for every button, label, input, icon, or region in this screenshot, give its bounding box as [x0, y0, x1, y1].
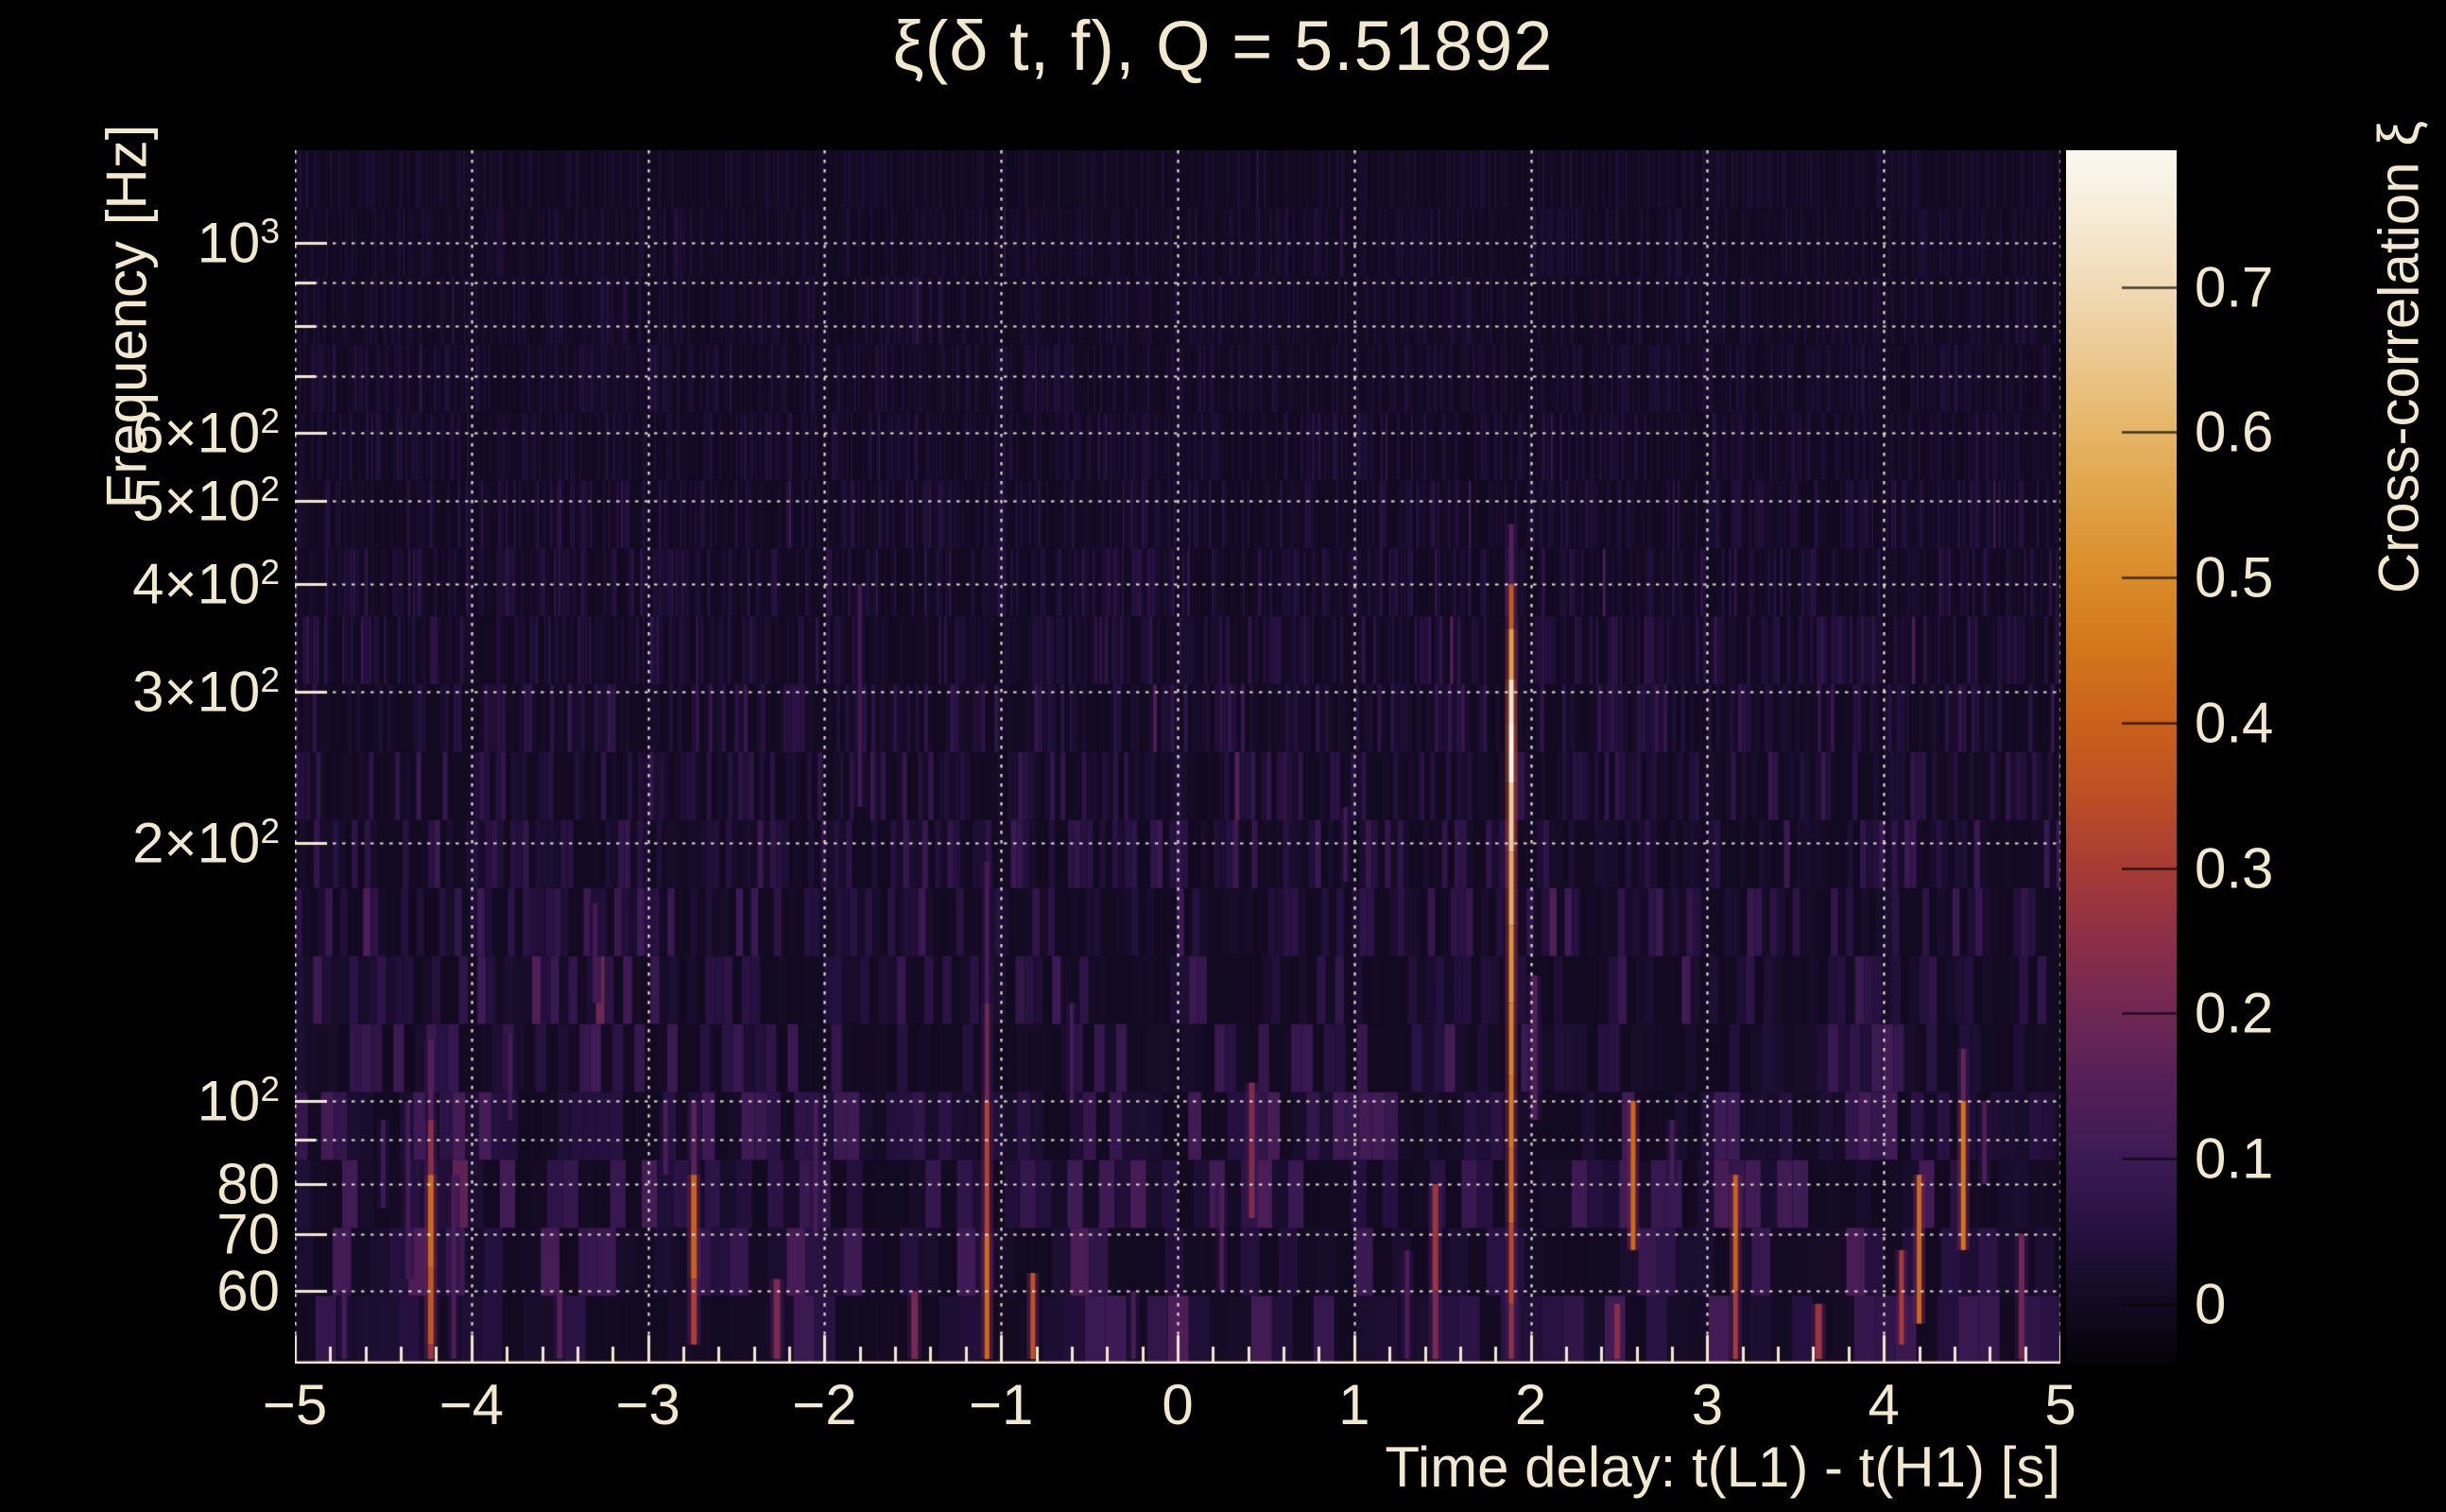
- x-tick-label: −4: [439, 1373, 505, 1436]
- x-tick-label: −2: [792, 1373, 857, 1436]
- y-axis-title: Frequency [Hz]: [95, 124, 159, 509]
- x-tick-label: −1: [968, 1373, 1034, 1436]
- colorbar-title: Cross-correlation ξ: [2367, 120, 2431, 594]
- plot-title: ξ(δ t, f), Q = 5.51892: [892, 7, 1554, 85]
- x-tick-label: 1: [1338, 1373, 1370, 1436]
- y-tick-label: 60: [216, 1259, 280, 1323]
- x-tick-label: 5: [2044, 1373, 2076, 1436]
- x-axis-title: Time delay: t(L1) - t(H1) [s]: [1385, 1435, 2060, 1499]
- x-tick-label: 2: [1514, 1373, 1547, 1436]
- heatmap-canvas: [295, 150, 2060, 1364]
- colorbar-tick-label: 0: [2195, 1272, 2227, 1336]
- colorbar-tick-label: 0.2: [2195, 981, 2274, 1045]
- x-tick-label: −3: [615, 1373, 680, 1436]
- y-tick-label: 103: [197, 211, 280, 275]
- x-tick-label: 4: [1868, 1373, 1900, 1436]
- colorbar-tick-label: 0.4: [2195, 691, 2274, 755]
- x-tick-label: 0: [1162, 1373, 1194, 1436]
- figure-window: ξ(δ t, f), Q = 5.51892 −5 −4 −3 −2 −1 0 1 2 3 4 5 …: [0, 0, 2446, 1512]
- colorbar-tick-label: 0.6: [2195, 400, 2274, 464]
- x-tick-label: 3: [1691, 1373, 1724, 1436]
- colorbar-tick-label: 0.5: [2195, 545, 2274, 610]
- colorbar-gradient: [2066, 150, 2177, 1364]
- colorbar-tick-label: 0.1: [2195, 1126, 2274, 1191]
- y-tick-label: 3×102: [132, 659, 280, 724]
- y-tick-label: 4×102: [132, 552, 280, 616]
- y-tick-label: 2×102: [132, 810, 280, 875]
- y-tick-label: 70: [216, 1202, 280, 1266]
- y-tick-label: 102: [197, 1068, 280, 1133]
- colorbar-tick-label: 0.7: [2195, 255, 2274, 319]
- colorbar-tick-label: 0.3: [2195, 836, 2274, 901]
- x-tick-label: −5: [262, 1373, 328, 1436]
